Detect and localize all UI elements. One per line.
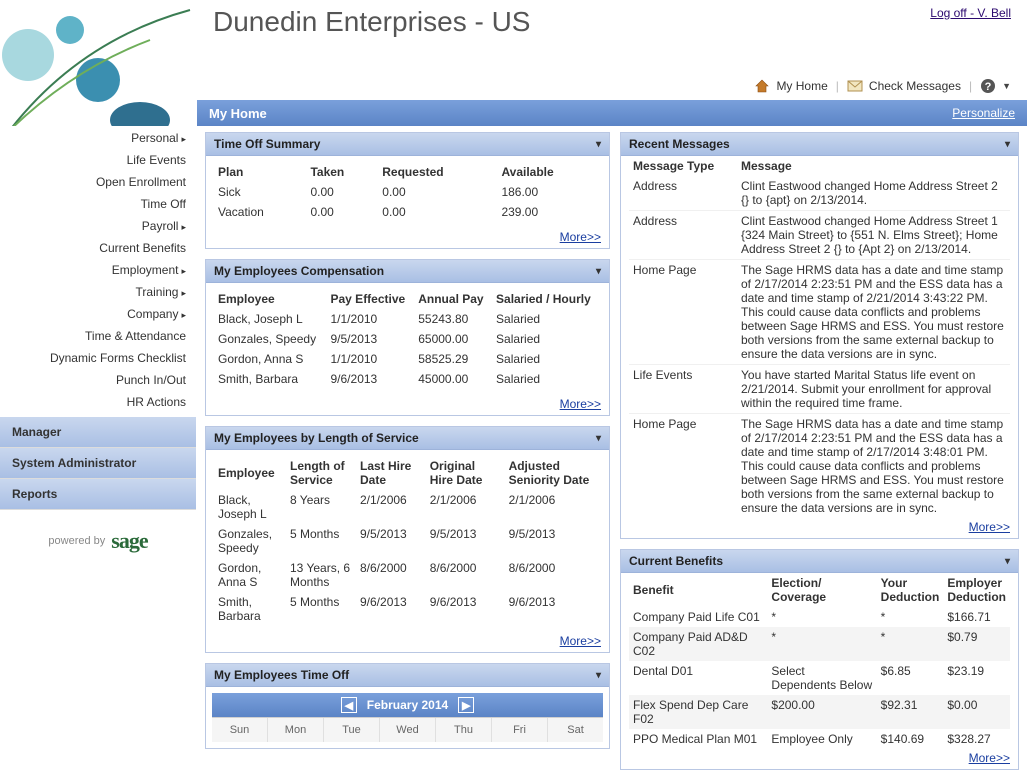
sidebar-item-personal[interactable]: Personal▸ bbox=[0, 127, 196, 149]
sidebar-item-time-attendance[interactable]: Time & Attendance bbox=[0, 325, 196, 347]
page-bar: My Home Personalize bbox=[197, 100, 1027, 126]
panel-menu-caret[interactable]: ▾ bbox=[596, 433, 601, 444]
table-row: Smith, Barbara5 Months9/6/20139/6/20139/… bbox=[214, 592, 601, 626]
sidebar-employee-items: Personal▸ Life Events Open Enrollment Ti… bbox=[0, 126, 196, 417]
help-icon[interactable]: ? bbox=[980, 78, 996, 94]
more-link[interactable]: More>> bbox=[621, 749, 1018, 769]
logoff-link[interactable]: Log off - V. Bell bbox=[930, 6, 1011, 20]
page-title: My Home bbox=[209, 106, 267, 121]
length-of-service-table: Employee Length of Service Last Hire Dat… bbox=[214, 456, 601, 626]
table-row: Dental D01Select Dependents Below$6.85$2… bbox=[629, 661, 1010, 695]
sidebar-section-reports[interactable]: Reports bbox=[0, 479, 196, 510]
panel-length-of-service: My Employees by Length of Service ▾ Empl… bbox=[205, 426, 610, 653]
panel-emp-timeoff: My Employees Time Off ▾ ◀ February 2014 … bbox=[205, 663, 610, 749]
company-title: Dunedin Enterprises - US bbox=[213, 6, 1011, 38]
sidebar-item-life-events[interactable]: Life Events bbox=[0, 149, 196, 171]
timeoff-summary-table: Plan Taken Requested Available Sick0.000… bbox=[214, 162, 601, 222]
panel-title: My Employees Time Off bbox=[214, 668, 349, 682]
svg-text:?: ? bbox=[985, 81, 992, 93]
brand-logo bbox=[0, 0, 197, 135]
panel-menu-caret[interactable]: ▾ bbox=[596, 266, 601, 277]
help-dropdown-caret[interactable]: ▼ bbox=[1002, 81, 1011, 91]
compensation-table: Employee Pay Effective Annual Pay Salari… bbox=[214, 289, 601, 389]
sidebar-section-sysadmin[interactable]: System Administrator bbox=[0, 448, 196, 479]
month-navigation: ◀ February 2014 ▶ bbox=[212, 693, 603, 717]
table-row: Flex Spend Dep Care F02$200.00$92.31$0.0… bbox=[629, 695, 1010, 729]
home-icon bbox=[754, 78, 770, 94]
table-row: AddressClint Eastwood changed Home Addre… bbox=[629, 176, 1010, 211]
sidebar-item-punch-in-out[interactable]: Punch In/Out bbox=[0, 369, 196, 391]
benefits-table: Benefit Election/ Coverage Your Deductio… bbox=[629, 573, 1010, 749]
myhome-link[interactable]: My Home bbox=[776, 79, 827, 93]
panel-title: My Employees Compensation bbox=[214, 264, 384, 278]
sidebar-item-payroll[interactable]: Payroll▸ bbox=[0, 215, 196, 237]
panel-menu-caret[interactable]: ▾ bbox=[1005, 139, 1010, 150]
messages-link[interactable]: Check Messages bbox=[869, 79, 961, 93]
header-toolbar: My Home | Check Messages | ? ▼ bbox=[754, 78, 1011, 94]
panel-title: Current Benefits bbox=[629, 554, 723, 568]
panel-menu-caret[interactable]: ▾ bbox=[596, 670, 601, 681]
table-row: Sick0.000.00186.00 bbox=[214, 182, 601, 202]
more-link[interactable]: More>> bbox=[206, 228, 609, 248]
panel-current-benefits: Current Benefits ▾ Benefit Election/ Cov… bbox=[620, 549, 1019, 770]
table-row: Company Paid AD&D C02**$0.79 bbox=[629, 627, 1010, 661]
mail-icon bbox=[847, 78, 863, 94]
table-row: Company Paid Life C01**$166.71 bbox=[629, 607, 1010, 627]
table-row: Life EventsYou have started Marital Stat… bbox=[629, 365, 1010, 414]
sidebar-section-manager[interactable]: Manager bbox=[0, 417, 196, 448]
sidebar-item-current-benefits[interactable]: Current Benefits bbox=[0, 237, 196, 259]
sage-logo: sage bbox=[111, 528, 147, 554]
table-row: PPO Medical Plan M01Employee Only$140.69… bbox=[629, 729, 1010, 749]
table-row: Black, Joseph L1/1/201055243.80Salaried bbox=[214, 309, 601, 329]
next-month-button[interactable]: ▶ bbox=[458, 697, 474, 713]
more-link[interactable]: More>> bbox=[206, 632, 609, 652]
table-row: Gordon, Anna S1/1/201058525.29Salaried bbox=[214, 349, 601, 369]
personalize-link[interactable]: Personalize bbox=[952, 106, 1015, 120]
table-row: Home PageThe Sage HRMS data has a date a… bbox=[629, 414, 1010, 519]
table-row: Smith, Barbara9/6/201345000.00Salaried bbox=[214, 369, 601, 389]
panel-compensation: My Employees Compensation ▾ Employee Pay… bbox=[205, 259, 610, 416]
table-row: AddressClint Eastwood changed Home Addre… bbox=[629, 211, 1010, 260]
panel-recent-messages: Recent Messages ▾ Message Type Message A… bbox=[620, 132, 1019, 539]
more-link[interactable]: More>> bbox=[206, 395, 609, 415]
panel-title: Time Off Summary bbox=[214, 137, 320, 151]
table-row: Gonzales, Speedy5 Months9/5/20139/5/2013… bbox=[214, 524, 601, 558]
table-row: Home PageThe Sage HRMS data has a date a… bbox=[629, 260, 1010, 365]
month-label: February 2014 bbox=[367, 698, 448, 712]
sidebar-item-hr-actions[interactable]: HR Actions bbox=[0, 391, 196, 413]
panel-timeoff-summary: Time Off Summary ▾ Plan Taken Requested … bbox=[205, 132, 610, 249]
sidebar: Employee Personal▸ Life Events Open Enro… bbox=[0, 126, 197, 780]
panel-menu-caret[interactable]: ▾ bbox=[1005, 556, 1010, 567]
sidebar-item-company[interactable]: Company▸ bbox=[0, 303, 196, 325]
sidebar-item-time-off[interactable]: Time Off bbox=[0, 193, 196, 215]
panel-title: My Employees by Length of Service bbox=[214, 431, 419, 445]
more-link[interactable]: More>> bbox=[621, 518, 1018, 538]
table-row: Black, Joseph L8 Years2/1/20062/1/20062/… bbox=[214, 490, 601, 524]
calendar-day-headers: Sun Mon Tue Wed Thu Fri Sat bbox=[212, 717, 603, 742]
powered-by: powered by sage bbox=[0, 528, 196, 554]
table-row: Gordon, Anna S13 Years, 6 Months8/6/2000… bbox=[214, 558, 601, 592]
recent-messages-table: Message Type Message AddressClint Eastwo… bbox=[629, 156, 1010, 518]
panel-menu-caret[interactable]: ▾ bbox=[596, 139, 601, 150]
sidebar-item-employment[interactable]: Employment▸ bbox=[0, 259, 196, 281]
prev-month-button[interactable]: ◀ bbox=[341, 697, 357, 713]
panel-title: Recent Messages bbox=[629, 137, 730, 151]
sidebar-item-dynamic-forms[interactable]: Dynamic Forms Checklist bbox=[0, 347, 196, 369]
sidebar-item-open-enrollment[interactable]: Open Enrollment bbox=[0, 171, 196, 193]
table-row: Gonzales, Speedy9/5/201365000.00Salaried bbox=[214, 329, 601, 349]
table-row: Vacation0.000.00239.00 bbox=[214, 202, 601, 222]
sidebar-item-training[interactable]: Training▸ bbox=[0, 281, 196, 303]
